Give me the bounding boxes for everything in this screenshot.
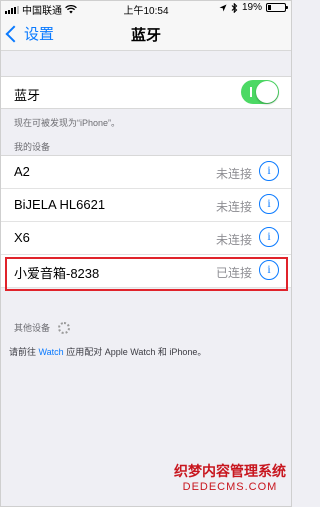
bluetooth-toggle[interactable]: [241, 80, 279, 104]
other-devices-header: 其他设备: [14, 321, 71, 334]
device-name: A2: [14, 164, 30, 179]
my-devices-list: A2 未连接 i BiJELA HL6621 未连接 i X6 未连接 i 小爱…: [0, 155, 292, 288]
watch-pairing-hint: 请前往 Watch 应用配对 Apple Watch 和 iPhone。: [9, 345, 206, 358]
info-icon[interactable]: i: [259, 161, 279, 181]
other-devices-label: 其他设备: [14, 323, 51, 333]
watermark-title: 织梦内容管理系统: [174, 463, 286, 479]
device-row-x6[interactable]: X6 未连接 i: [0, 222, 292, 255]
bluetooth-icon: [231, 2, 238, 13]
device-status: 未连接: [215, 200, 252, 214]
device-row-a2[interactable]: A2 未连接 i: [0, 156, 292, 189]
navigation-bar: 设置 蓝牙: [0, 16, 292, 51]
device-name: 小爱音箱-8238: [14, 266, 100, 281]
watermark-url: DEDECMS.COM: [182, 481, 278, 493]
toggle-knob: [256, 81, 278, 103]
my-devices-header: 我的设备: [14, 142, 51, 152]
toggle-on-mark: [250, 87, 252, 97]
battery-percent: 19%: [241, 2, 262, 13]
bluetooth-row: 蓝牙: [0, 76, 292, 109]
device-name: X6: [14, 230, 30, 245]
device-status: 已连接: [215, 266, 252, 280]
page-title: 蓝牙: [130, 27, 161, 44]
watermark: 织梦内容管理系统 DEDECMS.COM: [174, 461, 286, 493]
status-bar: 中国联通 上午10:54 19%: [0, 0, 292, 17]
info-icon[interactable]: i: [259, 227, 279, 247]
watch-hint-prefix: 请前往: [9, 347, 39, 357]
battery-icon: [266, 3, 288, 12]
device-name: BiJELA HL6621: [14, 197, 106, 212]
watch-hint-suffix: 应用配对 Apple Watch 和 iPhone。: [63, 347, 207, 357]
info-icon[interactable]: i: [259, 194, 279, 214]
device-row-xiaoai[interactable]: 小爱音箱-8238 已连接 i: [0, 255, 292, 288]
info-icon[interactable]: i: [259, 260, 279, 280]
discoverable-text: 现在可被发现为“iPhone”。: [14, 118, 121, 128]
device-status: 未连接: [215, 233, 252, 247]
watch-app-link[interactable]: Watch: [39, 347, 64, 357]
device-row-bijela[interactable]: BiJELA HL6621 未连接 i: [0, 189, 292, 222]
bluetooth-label: 蓝牙: [14, 88, 41, 103]
device-status: 未连接: [215, 167, 252, 181]
status-right: 19%: [219, 2, 288, 13]
location-icon: [219, 4, 227, 11]
loading-spinner-icon: [58, 321, 71, 334]
